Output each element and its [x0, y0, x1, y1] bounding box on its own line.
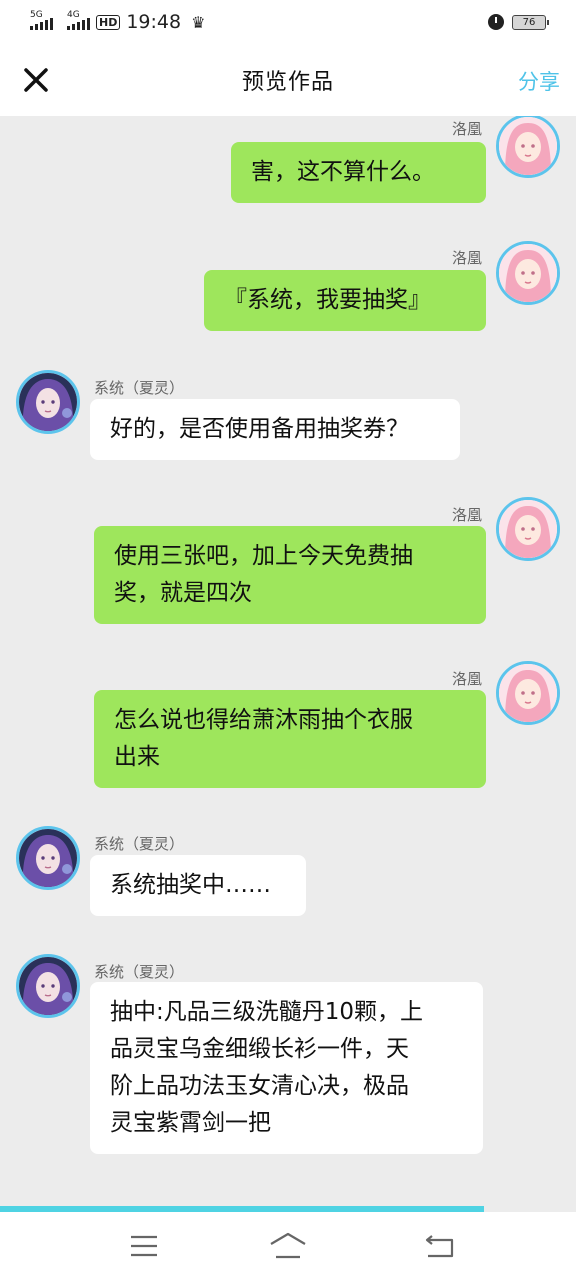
message-text-line: 使用三张吧，加上今天免费抽 [114, 543, 413, 569]
message-text-line: 阶上品功法玉女清心决，极品 [110, 1073, 409, 1099]
page-title: 预览作品 [241, 70, 334, 95]
message-text-line: 抽中:凡品三级洗髓丹10颗，上 [110, 999, 424, 1025]
message-bubble[interactable]: 使用三张吧，加上今天免费抽 奖，就是四次 [94, 526, 486, 624]
system-nav-bar [0, 1212, 576, 1280]
message-bubble[interactable]: 害，这不算什么。 [231, 142, 486, 203]
avatar-pink[interactable] [496, 241, 560, 305]
share-button[interactable]: 分享 [518, 66, 560, 96]
message-bubble[interactable]: 怎么说也得给萧沐雨抽个衣服 出来 [94, 690, 486, 788]
message-bubble[interactable]: 系统抽奖中…… [90, 855, 306, 916]
signal-5g-icon: 5G [30, 10, 53, 30]
sender-name: 洛凰 [451, 506, 482, 524]
status-time: 19:48 [126, 11, 182, 33]
hd-badge: HD [96, 14, 121, 30]
sender-name: 洛凰 [451, 670, 482, 688]
message-text-line: 品灵宝乌金细缎长衫一件，天 [110, 1036, 409, 1062]
avatar-purple[interactable] [16, 370, 80, 434]
menu-button[interactable] [124, 1230, 164, 1262]
message-text-line: 怎么说也得给萧沐雨抽个衣服 [114, 707, 413, 733]
status-bar: 5G 4G HD 19:48 ♛ 76 [0, 0, 576, 44]
avatar-purple[interactable] [16, 954, 80, 1018]
message-bubble[interactable]: 『系统，我要抽奖』 [204, 270, 486, 331]
message-text-line: 奖，就是四次 [114, 580, 252, 606]
home-icon [270, 1232, 306, 1259]
avatar-purple[interactable] [16, 826, 80, 890]
battery-indicator: 76 [512, 14, 549, 30]
alarm-icon [488, 14, 504, 30]
close-icon [24, 68, 48, 92]
message-text: 好的，是否使用备用抽奖券？ [110, 416, 409, 442]
back-icon [425, 1235, 454, 1258]
message-bubble[interactable]: 抽中:凡品三级洗髓丹10颗，上 品灵宝乌金细缎长衫一件，天 阶上品功法玉女清心决… [90, 982, 483, 1154]
message-text: 系统抽奖中…… [110, 872, 271, 898]
avatar-pink[interactable] [496, 116, 560, 178]
sender-name: 系统（夏灵） [94, 835, 185, 853]
sender-name: 洛凰 [451, 249, 482, 267]
avatar-pink[interactable] [496, 497, 560, 561]
status-left: 5G 4G HD 19:48 ♛ [30, 10, 206, 33]
menu-icon [131, 1235, 157, 1257]
network-label-5g: 5G [30, 10, 43, 20]
back-button[interactable] [420, 1230, 460, 1262]
message-bubble[interactable]: 好的，是否使用备用抽奖券？ [90, 399, 460, 460]
message-text-line: 灵宝紫霄剑一把 [110, 1110, 271, 1136]
sender-name: 洛凰 [451, 120, 482, 138]
chat-area[interactable]: 洛凰 害，这不算什么。 洛凰 『系统，我要抽奖』 系统（夏灵） 好的，是否使用备… [0, 116, 576, 1206]
message-text: 『系统，我要抽奖』 [224, 287, 431, 313]
message-text-line: 出来 [114, 744, 160, 770]
header-bar: 预览作品 分享 [0, 44, 576, 116]
close-button[interactable] [20, 64, 52, 96]
home-button[interactable] [268, 1230, 308, 1262]
signal-4g-icon: 4G [67, 10, 90, 30]
crown-icon: ♛ [191, 12, 206, 32]
sender-name: 系统（夏灵） [94, 379, 185, 397]
sender-name: 系统（夏灵） [94, 963, 185, 981]
status-right: 76 [488, 14, 549, 30]
avatar-pink[interactable] [496, 661, 560, 725]
message-text: 害，这不算什么。 [251, 159, 435, 185]
network-label-4g: 4G [67, 10, 80, 20]
